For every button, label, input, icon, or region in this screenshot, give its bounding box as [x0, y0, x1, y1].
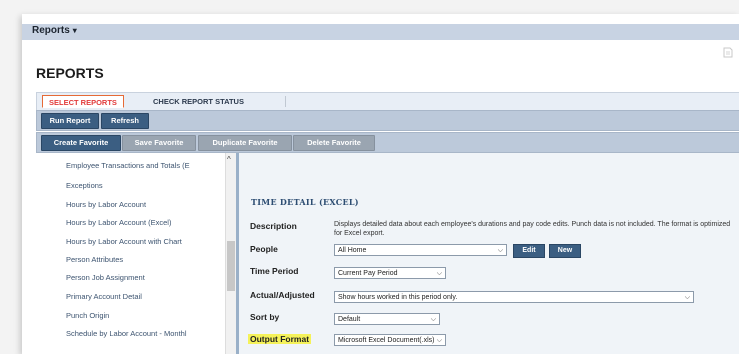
tab-check-report-status[interactable]: CHECK REPORT STATUS — [147, 95, 250, 108]
favorites-toolbar: Create Favorite Save Favorite Duplicate … — [36, 132, 739, 153]
sort-by-select[interactable]: Default ⌵ — [334, 313, 440, 325]
report-list-item[interactable]: Punch Origin — [66, 311, 109, 320]
tab-divider — [285, 96, 286, 107]
output-format-select-value: Microsoft Excel Document(.xls) — [338, 337, 435, 344]
description-text: Displays detailed data about each employ… — [334, 221, 731, 237]
scroll-up-icon[interactable]: ^ — [227, 155, 231, 164]
chevron-down-icon: ⌵ — [430, 316, 436, 323]
run-report-button[interactable]: Run Report — [41, 113, 99, 129]
tab-select-reports[interactable]: SELECT REPORTS — [42, 95, 124, 108]
scrollbar-thumb[interactable] — [227, 241, 235, 291]
chevron-down-icon: ⌵ — [497, 247, 503, 254]
report-list-item[interactable]: Exceptions — [66, 181, 103, 190]
reports-menu-label: Reports — [32, 25, 70, 36]
page-title: REPORTS — [36, 65, 104, 81]
report-list-item[interactable]: Hours by Labor Account with Chart — [66, 237, 182, 246]
caret-down-icon: ▾ — [72, 26, 77, 35]
time-period-select[interactable]: Current Pay Period ⌵ — [334, 267, 446, 279]
time-period-select-value: Current Pay Period — [338, 270, 398, 277]
output-format-label: Output Format — [248, 334, 312, 344]
people-select[interactable]: All Home ⌵ — [334, 244, 507, 256]
chevron-down-icon: ⌵ — [684, 294, 690, 301]
tab-bar: SELECT REPORTS CHECK REPORT STATUS — [36, 92, 739, 110]
report-list-item[interactable]: Person Job Assignment — [66, 273, 145, 282]
report-list: Employee Transactions and Totals (E Exce… — [36, 153, 239, 354]
report-list-item[interactable]: Hours by Labor Account (Excel) — [66, 218, 171, 227]
refresh-button[interactable]: Refresh — [101, 113, 149, 129]
actual-adjusted-select-value: Show hours worked in this period only. — [338, 294, 458, 301]
sort-by-select-value: Default — [338, 316, 361, 323]
report-title: TIME DETAIL (EXCEL) — [251, 197, 359, 207]
actual-adjusted-label: Actual/Adjusted — [250, 290, 315, 300]
report-list-item[interactable]: Primary Account Detail — [66, 292, 142, 301]
report-list-item[interactable]: Hours by Labor Account — [66, 200, 146, 209]
report-list-item[interactable]: Employee Transactions and Totals (E — [66, 161, 190, 170]
people-select-value: All Home — [338, 247, 367, 254]
edit-button[interactable]: Edit — [513, 244, 545, 258]
report-list-item[interactable]: Schedule by Labor Account - Monthl — [66, 329, 187, 338]
report-list-item[interactable]: Person Attributes — [66, 255, 123, 264]
top-menu-bar: Reports ▾ — [22, 24, 739, 40]
output-format-select[interactable]: Microsoft Excel Document(.xls) ⌵ — [334, 334, 446, 346]
people-label: People — [250, 244, 278, 254]
reports-menu[interactable]: Reports ▾ — [32, 25, 77, 36]
report-detail-panel: TIME DETAIL (EXCEL) Description Displays… — [239, 153, 739, 354]
chevron-down-icon: ⌵ — [436, 337, 442, 344]
description-label: Description — [250, 221, 297, 231]
save-favorite-button[interactable]: Save Favorite — [122, 135, 196, 151]
sort-by-label: Sort by — [250, 312, 280, 322]
new-button[interactable]: New — [549, 244, 581, 258]
reports-window: Reports ▾ REPORTS SELECT REPORTS CHECK RE… — [22, 14, 739, 354]
create-favorite-button[interactable]: Create Favorite — [41, 135, 121, 151]
chevron-down-icon: ⌵ — [436, 270, 442, 277]
report-list-scrollbar[interactable]: ^ — [225, 153, 236, 354]
duplicate-favorite-button[interactable]: Duplicate Favorite — [198, 135, 292, 151]
report-toolbar: Run Report Refresh — [36, 110, 739, 131]
actual-adjusted-select[interactable]: Show hours worked in this period only. ⌵ — [334, 291, 694, 303]
delete-favorite-button[interactable]: Delete Favorite — [293, 135, 375, 151]
time-period-label: Time Period — [250, 266, 299, 276]
report-workspace: Employee Transactions and Totals (E Exce… — [36, 153, 739, 354]
document-icon[interactable] — [723, 47, 733, 58]
